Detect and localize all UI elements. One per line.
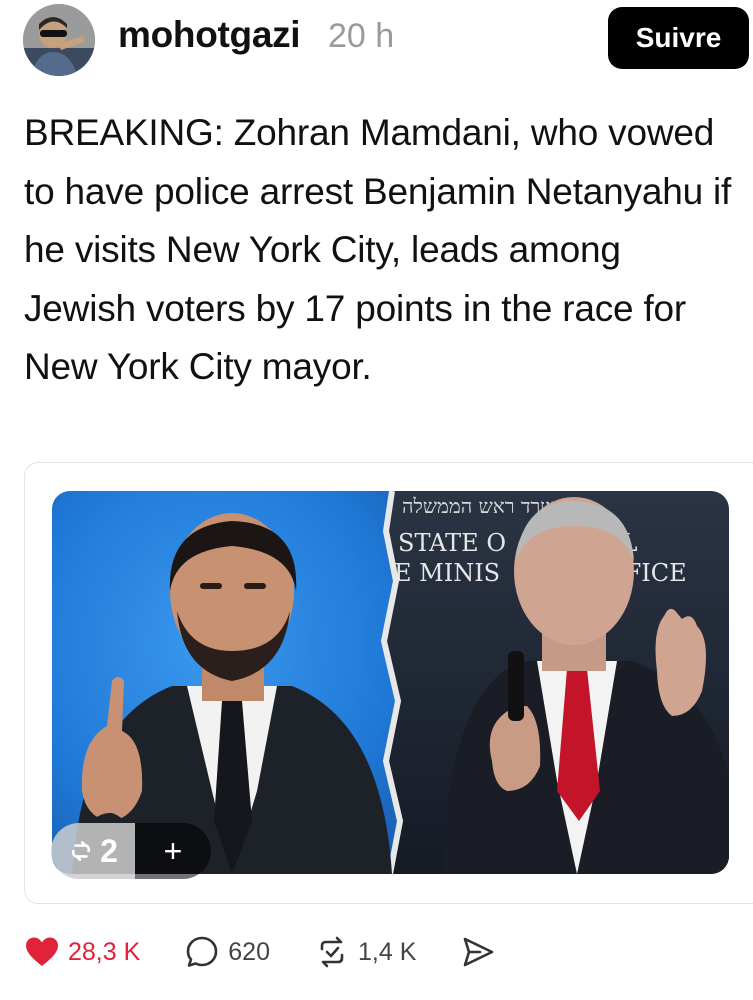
share-icon	[464, 937, 494, 967]
sign-line1: STATE O	[398, 529, 506, 557]
repost-small-icon	[71, 841, 91, 861]
sign-line2: E MINIS	[394, 559, 500, 587]
repost-button[interactable]: 1,4 K	[314, 934, 416, 970]
post-screen: mohotgazi 20 h Suivre BREAKING: Zohran M…	[0, 0, 753, 1000]
post-text: BREAKING: Zohran Mamdani, who vowed to h…	[24, 112, 732, 388]
image-repost-badge[interactable]: 2	[51, 823, 135, 879]
like-count: 28,3 K	[68, 937, 141, 966]
share-button[interactable]	[460, 934, 496, 970]
repost-count: 1,4 K	[358, 937, 417, 966]
image-repost-count: 2	[100, 832, 118, 869]
comment-icon	[186, 936, 218, 967]
repost-icon	[320, 936, 344, 968]
avatar[interactable]	[23, 4, 95, 76]
action-bar: 28,3 K 620 1,4 K	[24, 930, 540, 974]
username[interactable]: mohotgazi	[118, 14, 301, 56]
follow-button[interactable]: Suivre	[608, 7, 749, 69]
like-button[interactable]: 28,3 K	[24, 936, 140, 968]
post-timestamp: 20 h	[328, 17, 395, 55]
heart-icon	[26, 937, 58, 966]
post-image[interactable]: משרד ראש הממשלה STATE O EL E MINIS FFICE	[52, 491, 729, 874]
image-add-button[interactable]: +	[135, 823, 211, 879]
comment-button[interactable]: 620	[184, 934, 270, 970]
comment-count: 620	[228, 937, 270, 966]
